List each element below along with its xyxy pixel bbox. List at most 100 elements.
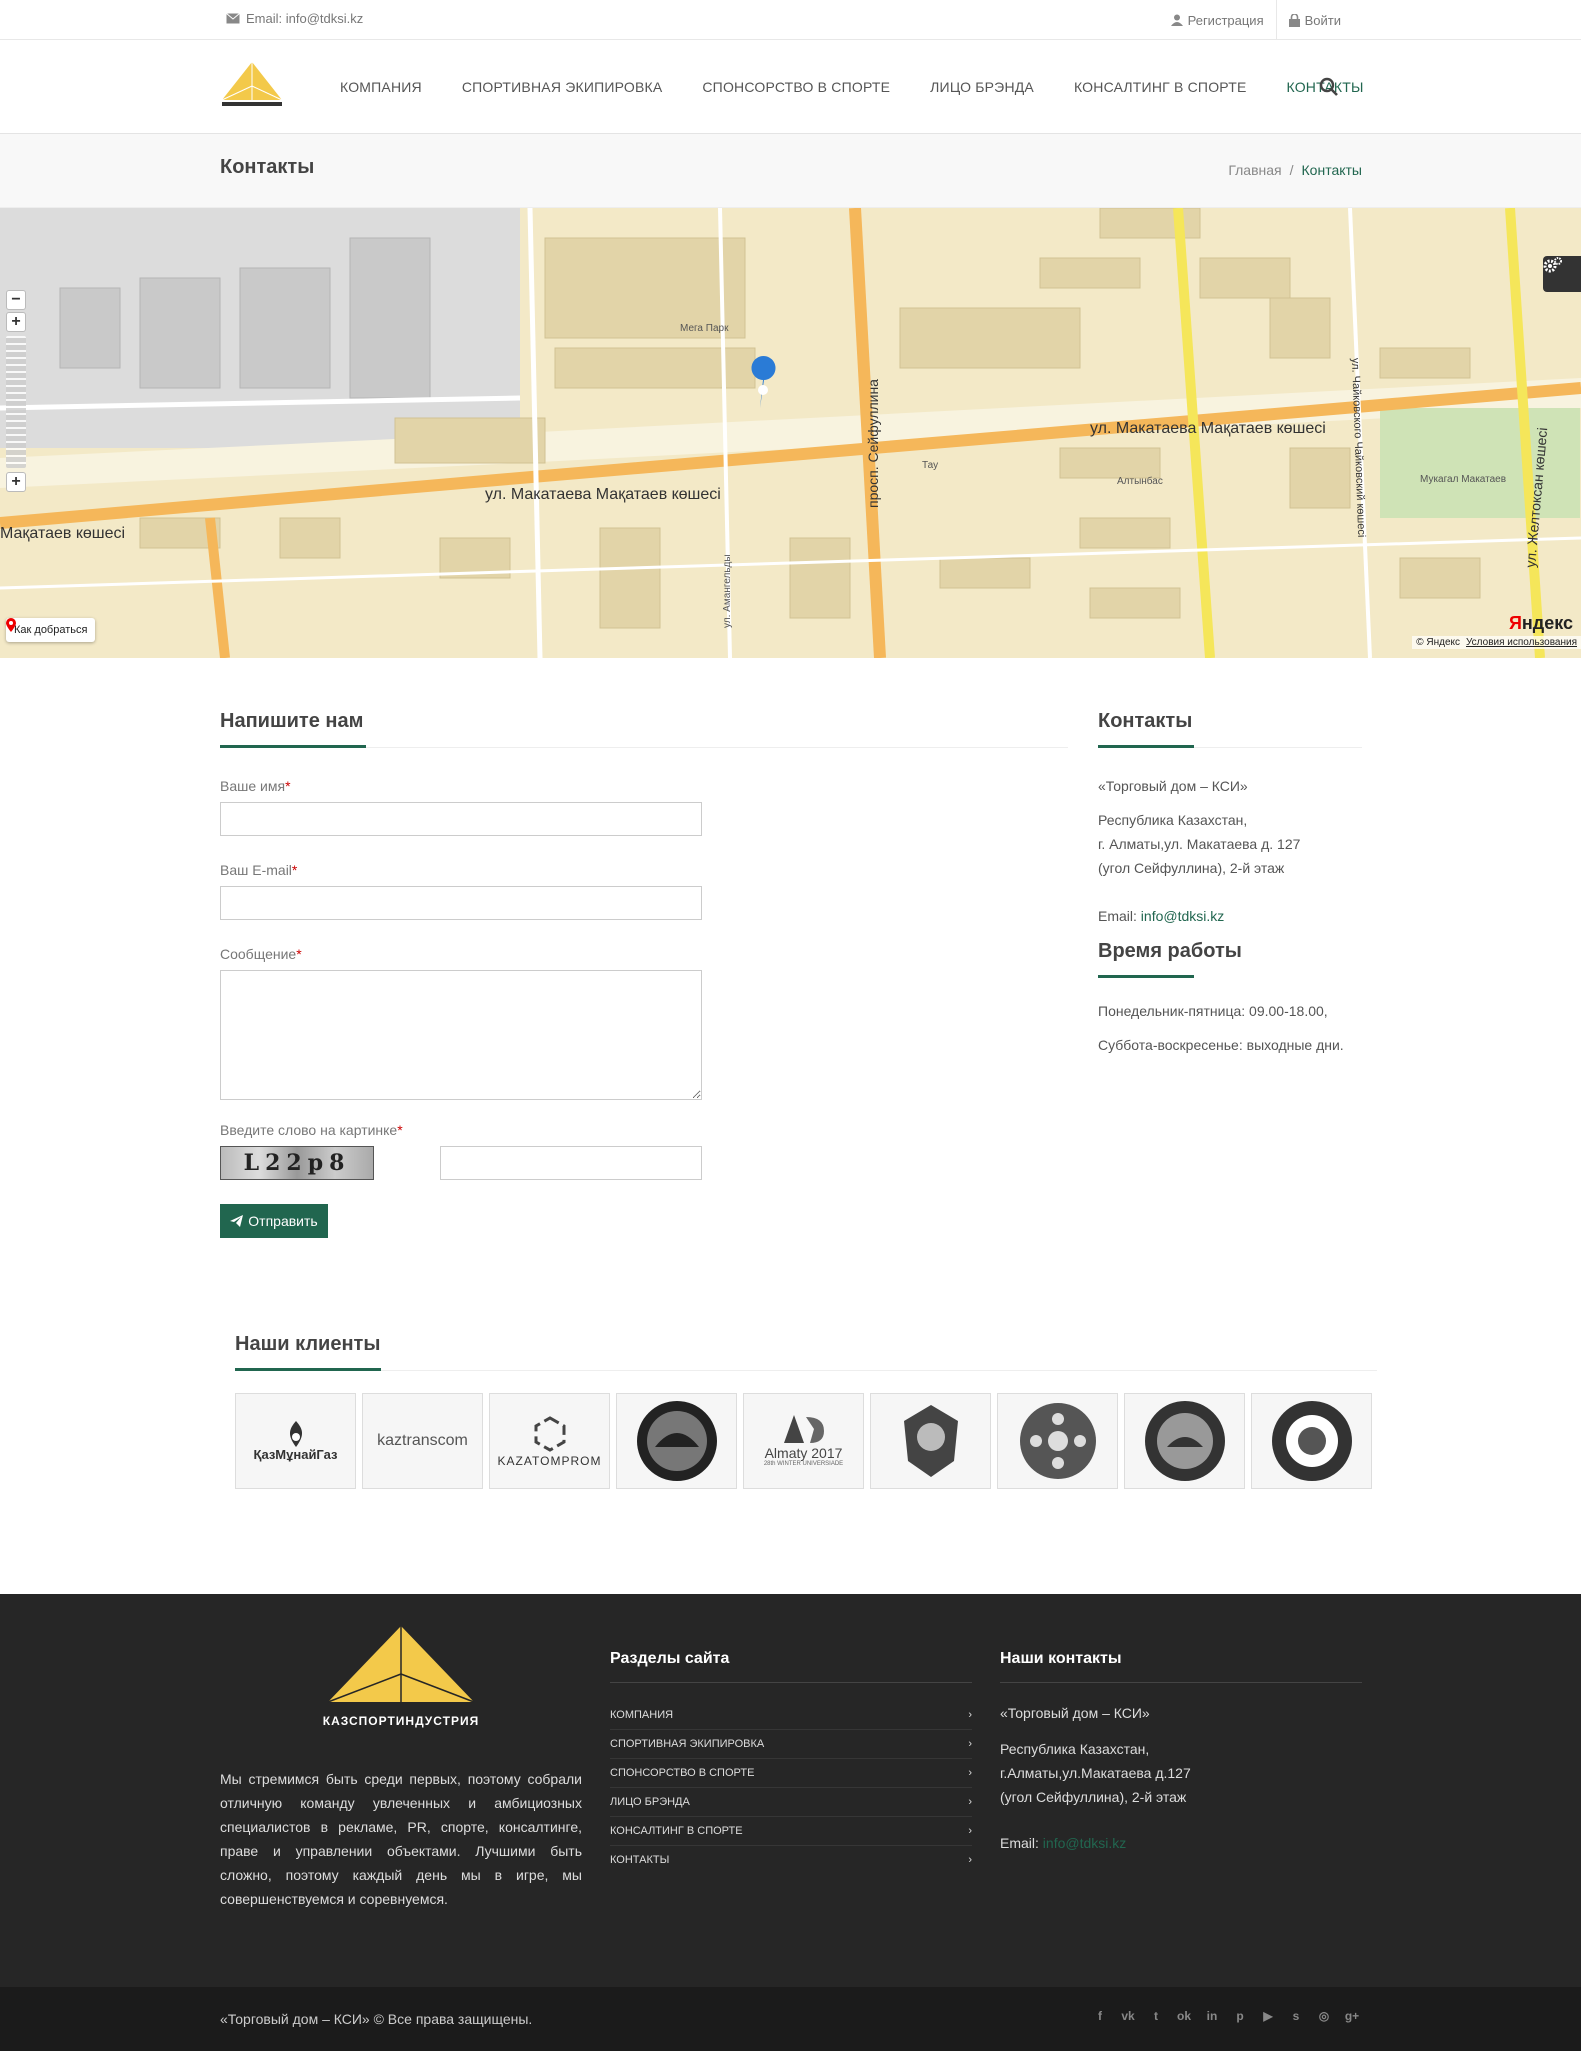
vk-icon[interactable]: vk: [1119, 2007, 1137, 2025]
seal-icon: [1144, 1401, 1225, 1481]
social-links: f vk t ok in p ▶ s ◎ g+: [1091, 2007, 1361, 2025]
page-title: Контакты: [220, 156, 315, 178]
email-label: Ваш E-mail*: [220, 862, 1068, 878]
hours-weekend: Суббота-воскресенье: выходные дни.: [1098, 1037, 1344, 1053]
page-title-bar: Контакты Главная / Контакты: [0, 134, 1581, 208]
settings-tab[interactable]: [1543, 256, 1581, 292]
client-logo-football-federation[interactable]: [1251, 1393, 1372, 1489]
breadcrumb: Главная / Контакты: [1228, 162, 1362, 178]
email-input[interactable]: [220, 886, 702, 920]
map-label-amangeldy: ул. Амангельды: [722, 554, 733, 628]
football-crest-icon: [1271, 1401, 1352, 1481]
message-textarea[interactable]: [220, 970, 702, 1100]
map-canvas[interactable]: Мега Парк ул. Макатаева Мақатаев көшесі …: [0, 208, 1581, 658]
register-link[interactable]: Регистрация: [1159, 0, 1276, 40]
name-input[interactable]: [220, 802, 702, 836]
hours-title: Время работы: [1098, 940, 1362, 978]
map-label-megapark: Мега Парк: [680, 323, 729, 334]
required-mark: *: [296, 946, 302, 962]
client-logo-seal[interactable]: [1124, 1393, 1245, 1489]
required-mark: *: [397, 1122, 403, 1138]
client-logo-almaty-2017[interactable]: Almaty 2017 28th WINTER UNIVERSIADE: [743, 1393, 864, 1489]
breadcrumb-home[interactable]: Главная: [1228, 162, 1281, 178]
send-button[interactable]: Отправить: [220, 1204, 328, 1238]
footer-link-contacts[interactable]: Контакты ›: [610, 1846, 972, 1874]
nav-consulting[interactable]: Консалтинг в спорте: [1054, 79, 1267, 95]
breadcrumb-current: Контакты: [1301, 162, 1362, 178]
client-logo-boxing-federation[interactable]: [870, 1393, 991, 1489]
footer-link-sponsorship[interactable]: Спонсорство в спорте ›: [610, 1759, 972, 1788]
footer-link-consulting[interactable]: Консалтинг в спорте ›: [610, 1817, 972, 1846]
contacts-company: «Торговый дом – КСИ»: [1098, 778, 1248, 794]
map-label-prospekt: просп. Сейфуллина: [865, 379, 881, 508]
nav-brand-face[interactable]: Лицо брэнда: [910, 79, 1054, 95]
dribbble-icon[interactable]: ◎: [1315, 2007, 1333, 2025]
login-link[interactable]: Войти: [1275, 0, 1353, 40]
route-button[interactable]: Как добраться: [6, 618, 96, 642]
client-logo-kazatomprom[interactable]: KAZATOMPROM: [489, 1393, 610, 1489]
map-label-chaikovsky: ул. Чайковского Чайковский көшесі: [1349, 358, 1367, 538]
name-label-text: Ваше имя: [220, 778, 286, 794]
yandex-map[interactable]: Мега Парк ул. Макатаева Мақатаев көшесі …: [0, 208, 1581, 658]
zoom-in-bottom-button[interactable]: +: [6, 472, 26, 492]
captcha-input[interactable]: [440, 1146, 702, 1180]
youtube-icon[interactable]: ▶: [1259, 2007, 1277, 2025]
skype-icon[interactable]: s: [1287, 2007, 1305, 2025]
footer-link-equipment[interactable]: Спортивная экипировка ›: [610, 1730, 972, 1759]
map-label-altynbas: Алтынбас: [1117, 475, 1163, 487]
captcha-label: Введите слово на картинке*: [220, 1122, 1068, 1138]
client-logo-kaztranscom[interactable]: kaztranscom: [362, 1393, 483, 1489]
footer-link-brand[interactable]: Лицо брэнда ›: [610, 1788, 972, 1817]
route-label: Как добраться: [14, 624, 88, 636]
linkedin-icon[interactable]: in: [1203, 2007, 1221, 2025]
user-icon: [1170, 14, 1183, 26]
map-pin-icon: [6, 618, 16, 632]
contacts-email-link[interactable]: info@tdksi.kz: [1141, 908, 1224, 924]
zoom-slider[interactable]: [6, 336, 26, 468]
chevron-right-icon: ›: [968, 1709, 972, 1721]
captcha-label-text: Введите слово на картинке: [220, 1122, 398, 1138]
round-emblem-icon: [636, 1401, 717, 1481]
zoom-in-button[interactable]: +: [6, 312, 26, 332]
footer-sections: Разделы сайта Компания › Спортивная экипи…: [610, 1650, 972, 1874]
register-label: Регистрация: [1187, 12, 1264, 28]
nav-sport-equipment[interactable]: Спортивная экипировка: [442, 79, 683, 95]
odnoklassniki-icon[interactable]: ok: [1175, 2007, 1193, 2025]
footer-email-prefix: Email:: [1000, 1835, 1043, 1851]
contacts-address-1: Республика Казахстан,: [1098, 812, 1248, 828]
pinterest-icon[interactable]: p: [1231, 2007, 1249, 2025]
footer-link-label: Компания: [610, 1709, 674, 1721]
client-logo-sub: 28th WINTER UNIVERSIADE: [763, 1461, 844, 1467]
company-logo[interactable]: [220, 60, 284, 110]
facebook-icon[interactable]: f: [1091, 2007, 1109, 2025]
gears-icon: [1543, 257, 1562, 273]
client-logo-emblem[interactable]: [616, 1393, 737, 1489]
footer-logo[interactable]: КАЗСПОРТИНДУСТРИЯ: [220, 1624, 582, 1734]
client-logo-name: Almaty 2017: [764, 1445, 843, 1461]
twitter-icon[interactable]: t: [1147, 2007, 1165, 2025]
footer-address-2: г.Алматы,ул.Макатаева д.127: [1000, 1765, 1191, 1781]
envelope-icon: [226, 13, 240, 24]
atom-icon: [534, 1416, 565, 1452]
search-icon[interactable]: [1318, 76, 1340, 98]
map-terms-link[interactable]: Условия использования: [1466, 637, 1577, 648]
footer-link-label: Лицо брэнда: [610, 1796, 690, 1808]
google-plus-icon[interactable]: g+: [1343, 2007, 1361, 2025]
bottom-bar: «Торговый дом – КСИ» © Все права защищен…: [0, 1987, 1581, 2051]
captcha-image: L22p8: [220, 1146, 374, 1180]
nav-company[interactable]: Компания: [320, 79, 442, 95]
footer-link-company[interactable]: Компания ›: [610, 1701, 972, 1730]
client-logo-ornament[interactable]: [997, 1393, 1118, 1489]
footer-company: «Торговый дом – КСИ»: [1000, 1705, 1150, 1721]
map-label-street1c: Мақатаев көшесі: [0, 525, 125, 542]
nav-sponsorship[interactable]: Спонсорство в спорте: [682, 79, 910, 95]
client-logo-kazmunaigaz[interactable]: ҚазМұнайГаз: [235, 1393, 356, 1489]
footer: КАЗСПОРТИНДУСТРИЯ Мы стремимся быть сред…: [0, 1594, 1581, 1987]
footer-email-link[interactable]: info@tdksi.kz: [1043, 1835, 1126, 1851]
email-label-text: Ваш E-mail: [220, 862, 292, 878]
chevron-right-icon: ›: [968, 1767, 972, 1779]
required-mark: *: [285, 778, 291, 794]
universiade-icon: [783, 1415, 824, 1443]
zoom-out-button[interactable]: −: [6, 290, 26, 310]
footer-contacts-title: Наши контакты: [1000, 1650, 1362, 1683]
